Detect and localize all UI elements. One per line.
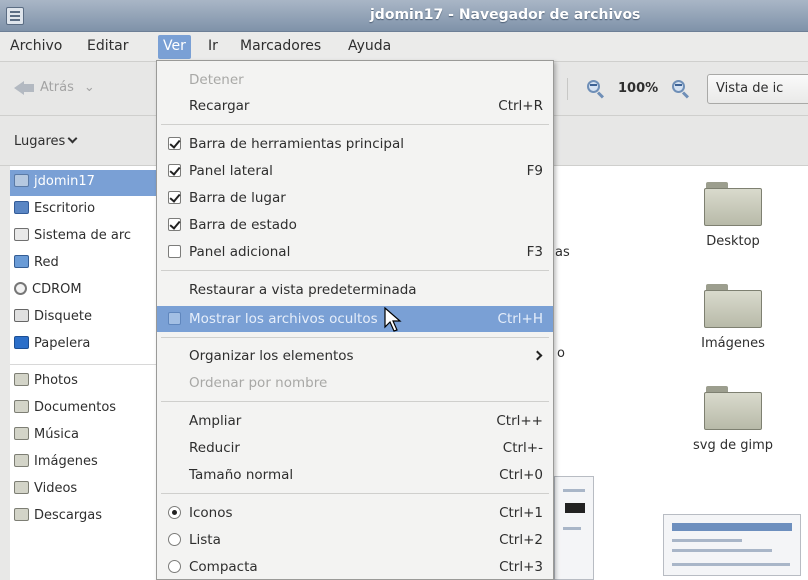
floppy-icon — [14, 309, 29, 322]
menu-separator — [161, 401, 549, 402]
toolbar-separator — [567, 78, 568, 100]
places-dropdown[interactable]: Lugares — [14, 133, 78, 149]
menu-separator — [161, 270, 549, 271]
folder-desktop[interactable]: Desktop — [683, 182, 783, 249]
menu-item-panel-lateral[interactable]: Panel lateral F9 — [157, 158, 553, 184]
file-label-partial: as — [555, 245, 570, 260]
menu-ayuda[interactable]: Ayuda — [348, 38, 391, 54]
sidebar-item-photos[interactable]: Photos — [10, 369, 158, 395]
title-bar[interactable]: jdomin17 - Navegador de archivos — [0, 0, 808, 32]
sidebar-divider — [10, 364, 158, 365]
checkbox-checked — [168, 191, 181, 204]
folder-icon — [14, 427, 29, 440]
folder-icon — [14, 508, 29, 521]
zoom-in-icon[interactable] — [672, 80, 690, 99]
folder-icon — [14, 400, 29, 413]
menu-item-ordenar-nombre[interactable]: Ordenar por nombre — [157, 370, 553, 396]
menu-editar[interactable]: Editar — [87, 38, 128, 54]
sidebar-item-musica[interactable]: Música — [10, 423, 158, 449]
side-panel: jdomin17 Escritorio Sistema de arc Red C… — [10, 166, 158, 580]
cdrom-icon — [14, 282, 27, 295]
folder-icon — [14, 373, 29, 386]
back-label: Atrás — [40, 80, 74, 95]
menu-item-tamano-normal[interactable]: Tamaño normal Ctrl+0 — [157, 462, 553, 488]
back-arrow-icon — [14, 80, 24, 95]
menu-item-panel-adicional[interactable]: Panel adicional F3 — [157, 239, 553, 265]
radio-unchecked — [168, 533, 181, 546]
image-thumbnail[interactable] — [663, 514, 801, 576]
home-folder-icon — [14, 174, 29, 187]
folder-imagenes[interactable]: Imágenes — [683, 284, 783, 351]
menu-item-mostrar-ocultos[interactable]: Mostrar los archivos ocultos Ctrl+H — [157, 306, 553, 332]
menu-separator — [161, 493, 549, 494]
folder-label: Imágenes — [701, 336, 765, 351]
network-icon — [14, 255, 29, 268]
menu-marcadores[interactable]: Marcadores — [240, 38, 321, 54]
window-title: jdomin17 - Navegador de archivos — [370, 7, 641, 23]
zoom-out-icon[interactable] — [587, 80, 605, 99]
checkbox-checked — [168, 137, 181, 150]
menu-item-compacta[interactable]: Compacta Ctrl+3 — [157, 554, 553, 580]
trash-icon — [14, 336, 29, 349]
menu-item-barra-herramientas[interactable]: Barra de herramientas principal — [157, 131, 553, 157]
radio-unchecked — [168, 560, 181, 573]
folder-label: Desktop — [706, 234, 760, 249]
submenu-arrow-icon — [532, 350, 543, 361]
menu-item-detener[interactable]: Detener — [157, 67, 553, 93]
menu-item-restaurar-vista[interactable]: Restaurar a vista predeterminada — [157, 277, 553, 303]
places-label: Lugares — [14, 134, 66, 149]
folder-label: svg de gimp — [692, 438, 773, 453]
chevron-down-icon[interactable]: ⌄ — [84, 80, 95, 95]
menu-item-reducir[interactable]: Reducir Ctrl+- — [157, 435, 553, 461]
sidebar-item-papelera[interactable]: Papelera — [10, 332, 158, 358]
folder-icon — [14, 481, 29, 494]
sidebar-item-cdrom[interactable]: CDROM — [10, 278, 158, 304]
sidebar-item-documentos[interactable]: Documentos — [10, 396, 158, 422]
menu-item-barra-lugar[interactable]: Barra de lugar — [157, 185, 553, 211]
menu-separator — [161, 124, 549, 125]
checkbox-checked — [168, 164, 181, 177]
sidebar-item-sistema[interactable]: Sistema de arc — [10, 224, 158, 250]
menu-item-organizar[interactable]: Organizar los elementos — [157, 343, 553, 369]
sidebar-item-videos[interactable]: Videos — [10, 477, 158, 503]
sidebar-item-red[interactable]: Red — [10, 251, 158, 277]
radio-checked — [168, 506, 181, 519]
image-thumbnail[interactable] — [554, 476, 594, 580]
filesystem-icon — [14, 228, 29, 241]
menu-item-iconos[interactable]: Iconos Ctrl+1 — [157, 500, 553, 526]
desktop-icon — [14, 201, 29, 214]
file-label-partial: o — [557, 346, 565, 361]
back-button[interactable]: Atrás ⌄ — [14, 80, 95, 95]
view-mode-select[interactable]: Vista de ic — [707, 74, 808, 104]
folder-svg-de-gimp[interactable]: svg de gimp — [678, 386, 788, 453]
menu-item-ampliar[interactable]: Ampliar Ctrl++ — [157, 408, 553, 434]
window-menu-icon[interactable] — [6, 7, 24, 25]
sidebar-item-descargas[interactable]: Descargas — [10, 504, 158, 530]
folder-icon — [704, 284, 762, 328]
menu-separator — [161, 337, 549, 338]
menu-ir[interactable]: Ir — [208, 38, 218, 54]
sidebar-item-disquete[interactable]: Disquete — [10, 305, 158, 331]
menu-bar: Archivo Editar Ver Ir Marcadores Ayuda — [0, 32, 808, 62]
zoom-level[interactable]: 100% — [618, 81, 658, 96]
sidebar-item-escritorio[interactable]: Escritorio — [10, 197, 158, 223]
folder-icon — [704, 386, 762, 430]
folder-icon — [704, 182, 762, 226]
chevron-down-icon — [67, 133, 78, 144]
sidebar-item-imagenes[interactable]: Imágenes — [10, 450, 158, 476]
checkbox-checked — [168, 218, 181, 231]
checkbox-unchecked — [168, 312, 181, 325]
menu-ver[interactable]: Ver — [158, 35, 191, 59]
checkbox-unchecked — [168, 245, 181, 258]
menu-archivo[interactable]: Archivo — [10, 38, 62, 54]
menu-item-lista[interactable]: Lista Ctrl+2 — [157, 527, 553, 553]
folder-icon — [14, 454, 29, 467]
view-menu: Detener Recargar Ctrl+R Barra de herramie… — [156, 60, 554, 580]
sidebar-item-jdomin17[interactable]: jdomin17 — [10, 170, 158, 196]
menu-item-recargar[interactable]: Recargar Ctrl+R — [157, 93, 553, 119]
menu-item-barra-estado[interactable]: Barra de estado — [157, 212, 553, 238]
